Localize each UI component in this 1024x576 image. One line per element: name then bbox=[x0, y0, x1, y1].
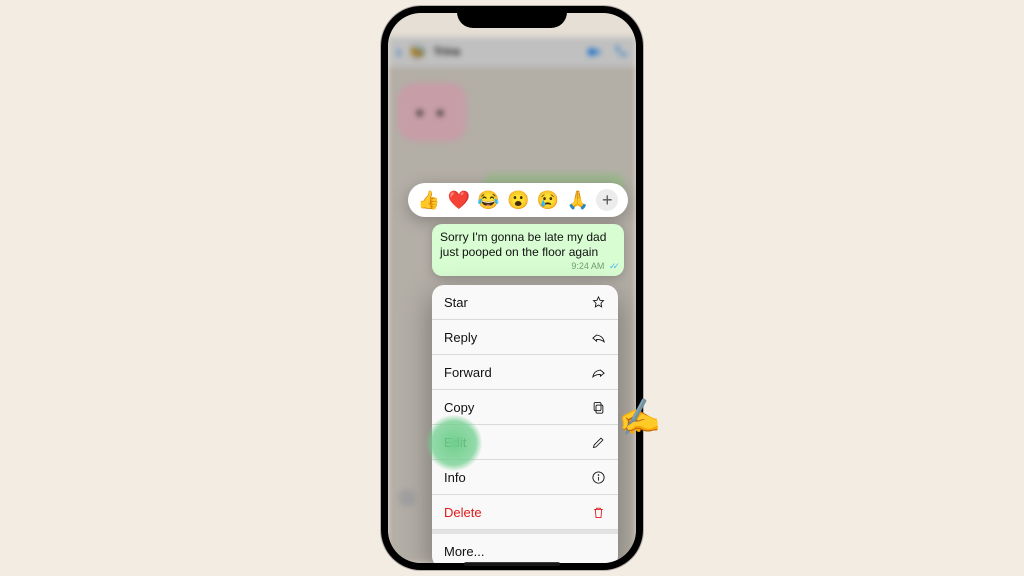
phone-notch bbox=[457, 6, 567, 28]
selected-message-bubble[interactable]: Sorry I'm gonna be late my dad just poop… bbox=[432, 224, 624, 276]
menu-item-delete[interactable]: Delete bbox=[432, 495, 618, 530]
reaction-heart[interactable]: ❤️ bbox=[447, 191, 469, 209]
reaction-laugh[interactable]: 😂 bbox=[477, 191, 499, 209]
menu-label: More... bbox=[444, 544, 484, 559]
menu-label: Copy bbox=[444, 400, 474, 415]
menu-item-forward[interactable]: Forward bbox=[432, 355, 618, 390]
menu-item-info[interactable]: Info bbox=[432, 460, 618, 495]
menu-label: Star bbox=[444, 295, 468, 310]
menu-item-more[interactable]: More... bbox=[432, 530, 618, 563]
copy-icon bbox=[591, 400, 606, 415]
reaction-pray[interactable]: 🙏 bbox=[567, 191, 589, 209]
menu-label: Info bbox=[444, 470, 466, 485]
message-meta: 9:24 AM ✓✓ bbox=[440, 261, 616, 272]
menu-item-reply[interactable]: Reply bbox=[432, 320, 618, 355]
reaction-thumbs-up[interactable]: 👍 bbox=[418, 191, 440, 209]
read-ticks-icon: ✓✓ bbox=[609, 261, 616, 272]
hand-pointer-emoji: ✍️ bbox=[615, 395, 662, 441]
message-text: Sorry I'm gonna be late my dad just poop… bbox=[440, 230, 616, 260]
menu-item-edit[interactable]: Edit bbox=[432, 425, 618, 460]
phone-frame: ‹ 🐝 Trina ● ● 👍 ❤️ bbox=[381, 6, 643, 570]
menu-label: Delete bbox=[444, 505, 482, 520]
message-time: 9:24 AM bbox=[571, 261, 604, 271]
reaction-add-icon[interactable]: + bbox=[596, 189, 618, 211]
pencil-icon bbox=[591, 435, 606, 450]
home-indicator bbox=[464, 562, 560, 566]
menu-label: Forward bbox=[444, 365, 492, 380]
reply-icon bbox=[591, 330, 606, 345]
trash-icon bbox=[591, 505, 606, 520]
phone-screen: ‹ 🐝 Trina ● ● 👍 ❤️ bbox=[388, 13, 636, 563]
menu-label: Reply bbox=[444, 330, 477, 345]
menu-item-star[interactable]: Star bbox=[432, 285, 618, 320]
info-icon bbox=[591, 470, 606, 485]
menu-label: Edit bbox=[444, 435, 466, 450]
forward-icon bbox=[591, 365, 606, 380]
reaction-sad[interactable]: 😢 bbox=[537, 191, 559, 209]
reaction-wow[interactable]: 😮 bbox=[507, 191, 529, 209]
context-menu: Star Reply Forward Copy bbox=[432, 285, 618, 563]
menu-item-copy[interactable]: Copy bbox=[432, 390, 618, 425]
star-icon bbox=[591, 295, 606, 310]
reaction-bar: 👍 ❤️ 😂 😮 😢 🙏 + bbox=[408, 183, 628, 217]
